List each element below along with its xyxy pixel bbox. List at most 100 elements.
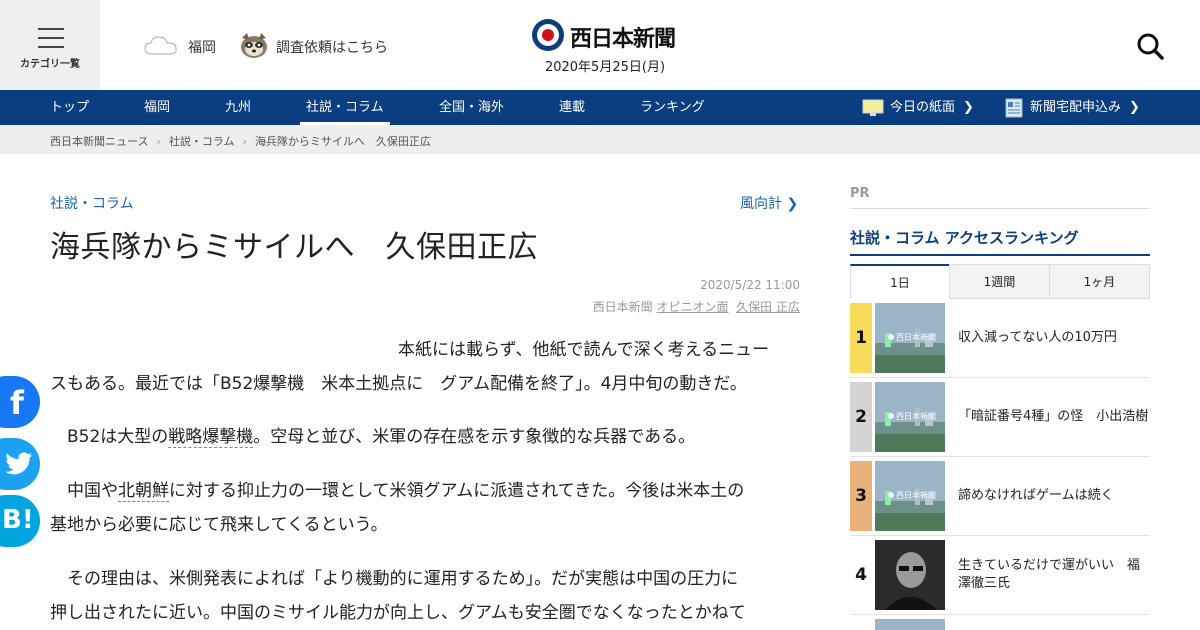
portrait-photo-icon [875, 540, 945, 610]
ranking-title: 社説・コラム アクセスランキング [850, 229, 1079, 247]
logo-text: 西日本新聞 [570, 26, 676, 52]
source-prefix: 西日本新聞 [592, 300, 653, 314]
paragraph-line: 押し出されたに近い。中国のミサイル能力が向上し、グアムも安全圏でなくなったとかね… [50, 603, 746, 623]
article-thumbnail: 西日本新聞 [875, 382, 945, 452]
city-skyline-thumbnail-icon: 西日本新聞 [875, 303, 945, 373]
paragraph-line: その理由は、米側発表によれば「より機動的に運用するため」。だが実態は中国の圧力に [67, 569, 739, 589]
facebook-icon: f [10, 384, 24, 422]
city-skyline-thumbnail-icon: 西日本新聞 [875, 382, 945, 452]
header-date: 2020年5月25日(月) [544, 60, 666, 75]
ranking-item-title: 収入減ってない人の10万円 [958, 330, 1117, 345]
ranking-item[interactable]: 4 生きているだけで運がいい 福澤徹三氏 [850, 540, 1150, 610]
tab-1-week[interactable]: 1週間 [949, 264, 1050, 299]
chevron-right-icon: ❯ [1129, 100, 1140, 115]
paragraph-line: 基地から必要に応じて飛来してくるという。 [50, 515, 388, 535]
city-skyline-thumbnail-icon: 西日本新聞 [875, 461, 945, 531]
article-thumbnail [875, 619, 945, 630]
twitter-share-button[interactable] [0, 438, 40, 490]
ranking-item[interactable]: 1 西日本新聞 収入減ってない人の10万円 [850, 303, 1150, 373]
divider [850, 456, 1150, 457]
breadcrumb-item-current: 海兵隊からミサイルへ 久保田正広 [254, 135, 431, 148]
svg-text:西日本新聞: 西日本新聞 [896, 332, 936, 342]
search-icon[interactable] [1134, 30, 1166, 62]
divider [850, 535, 1150, 536]
column-series-link[interactable]: 風向計 ❯ [740, 193, 798, 213]
nav-item-kyushu[interactable]: 九州 [225, 90, 251, 125]
raccoon-mascot-icon[interactable] [238, 30, 270, 60]
keyword-link[interactable]: 北朝鮮 [118, 481, 169, 502]
rank-number: 4 [850, 540, 872, 610]
article-paragraph: その理由は、米側発表によれば「より機動的に運用するため」。だが実態は中国の圧力に… [50, 562, 800, 630]
chevron-right-icon: › [242, 135, 247, 148]
article-thumbnail [875, 540, 945, 610]
site-header: カテゴリ一覧 福岡 調査依頼はこちら 西日本新聞 2020年5月25日(月) [0, 0, 1200, 90]
article-pubdate: 2020/5/22 11:00 [700, 278, 800, 292]
paragraph-text: 中国や [67, 481, 118, 501]
monitor-icon [862, 99, 884, 116]
article-paragraph: 本紙には載らず、他紙で読んで深く考えるニュー スもある。最近では「B52爆撃機 … [50, 333, 800, 401]
nav-item-ranking[interactable]: ランキング [640, 90, 705, 125]
category-menu-label: カテゴリ一覧 [20, 59, 80, 70]
breadcrumb-item-home[interactable]: 西日本新聞ニュース [50, 135, 148, 148]
nav-item-top[interactable]: トップ [50, 90, 89, 125]
nav-item-series[interactable]: 連載 [559, 90, 585, 125]
paragraph-text: B52は大型の [67, 427, 169, 447]
category-menu-button[interactable]: カテゴリ一覧 [0, 0, 100, 90]
investigation-request-link[interactable]: 調査依頼はこちら [276, 37, 388, 57]
rank-number: 3 [850, 461, 872, 531]
ranking-item-title: 生きているだけで運がいい 福澤徹三氏 [958, 558, 1141, 591]
rank-number: 1 [850, 303, 872, 373]
article-paragraph: B52は大型の戦略爆撃機。空母と並び、米軍の存在感を示す象徴的な兵器である。 [50, 420, 800, 454]
nav-item-editorial-column[interactable]: 社説・コラム [300, 90, 390, 125]
paragraph-line: スもある。最近では「B52爆撃機 米本土拠点に グアム配備を終了」。4月中旬の動… [50, 374, 747, 394]
article-category-link[interactable]: 社説・コラム [50, 193, 134, 213]
breadcrumb: 西日本新聞ニュース › 社説・コラム › 海兵隊からミサイルへ 久保田正広 [0, 125, 1200, 154]
newspaper-icon [1005, 98, 1023, 117]
hamburger-icon [38, 28, 64, 48]
rank-number: 2 [850, 382, 872, 452]
global-nav: トップ 福岡 九州 社説・コラム 全国・海外 連載 ランキング 今日の紙面 ❯ 新… [0, 90, 1200, 125]
nav-item-fukuoka[interactable]: 福岡 [144, 90, 170, 125]
ranking-item-title: 「暗証番号4種」の怪 小出浩樹 [958, 409, 1149, 424]
chevron-right-icon: ❯ [963, 100, 974, 115]
hatena-icon: B! [2, 505, 34, 535]
svg-text:西日本新聞: 西日本新聞 [896, 490, 936, 500]
chevron-right-icon: ❯ [786, 196, 799, 212]
keyword-link[interactable]: 戦略爆撃機 [168, 427, 254, 448]
article-source: 西日本新聞 オピニオン面 久保田 正広 [593, 298, 800, 315]
source-section-link[interactable]: オピニオン面 [657, 300, 729, 314]
ranking-period-tabs: 1日 1週間 1ヶ月 [850, 264, 1150, 299]
divider [850, 377, 1150, 378]
breadcrumb-item-category[interactable]: 社説・コラム [169, 135, 235, 148]
paragraph-text: に対する抑止力の一環として米領グアムに派遣されてきた。今後は米本土の [169, 481, 745, 501]
hatena-bookmark-button[interactable]: B! [0, 495, 40, 547]
cloudy-weather-icon[interactable] [144, 34, 178, 56]
article-title: 海兵隊からミサイルへ 久保田正広 [50, 230, 538, 265]
article-thumbnail: 西日本新聞 [875, 461, 945, 531]
tab-1-month[interactable]: 1ヶ月 [1049, 264, 1150, 299]
article-thumbnail: 西日本新聞 [875, 303, 945, 373]
pr-label: PR [850, 186, 870, 201]
paragraph-line: 本紙には載らず、他紙で読んで深く考えるニュー [398, 340, 770, 360]
delivery-signup-link[interactable]: 新聞宅配申込み ❯ [1004, 90, 1140, 125]
today-paper-link[interactable]: 今日の紙面 ❯ [862, 90, 974, 125]
delivery-signup-label: 新聞宅配申込み [1030, 100, 1122, 115]
article-paragraph: 中国や北朝鮮に対する抑止力の一環として米領グアムに派遣されてきた。今後は米本土の… [50, 474, 800, 542]
logo-mark-icon [532, 19, 564, 51]
divider [850, 614, 1150, 615]
today-paper-label: 今日の紙面 [890, 100, 956, 115]
facebook-share-button[interactable]: f [0, 376, 40, 428]
divider [850, 208, 1150, 209]
nav-item-national-world[interactable]: 全国・海外 [439, 90, 504, 125]
paragraph-text: 。空母と並び、米軍の存在感を示す象徴的な兵器である。 [253, 427, 696, 447]
ranking-item[interactable]: 2 西日本新聞 「暗証番号4種」の怪 小出浩樹 [850, 382, 1150, 452]
ranking-item-title: 諦めなければゲームは続く [958, 488, 1114, 503]
author-link[interactable]: 久保田 正広 [736, 300, 800, 314]
chevron-right-icon: › [156, 135, 161, 148]
weather-city[interactable]: 福岡 [188, 37, 216, 57]
tab-1-day[interactable]: 1日 [850, 264, 950, 299]
column-series-label: 風向計 [740, 196, 782, 212]
svg-text:西日本新聞: 西日本新聞 [896, 411, 936, 421]
twitter-bird-icon [5, 452, 33, 475]
ranking-item[interactable]: 3 西日本新聞 諦めなければゲームは続く [850, 461, 1150, 531]
